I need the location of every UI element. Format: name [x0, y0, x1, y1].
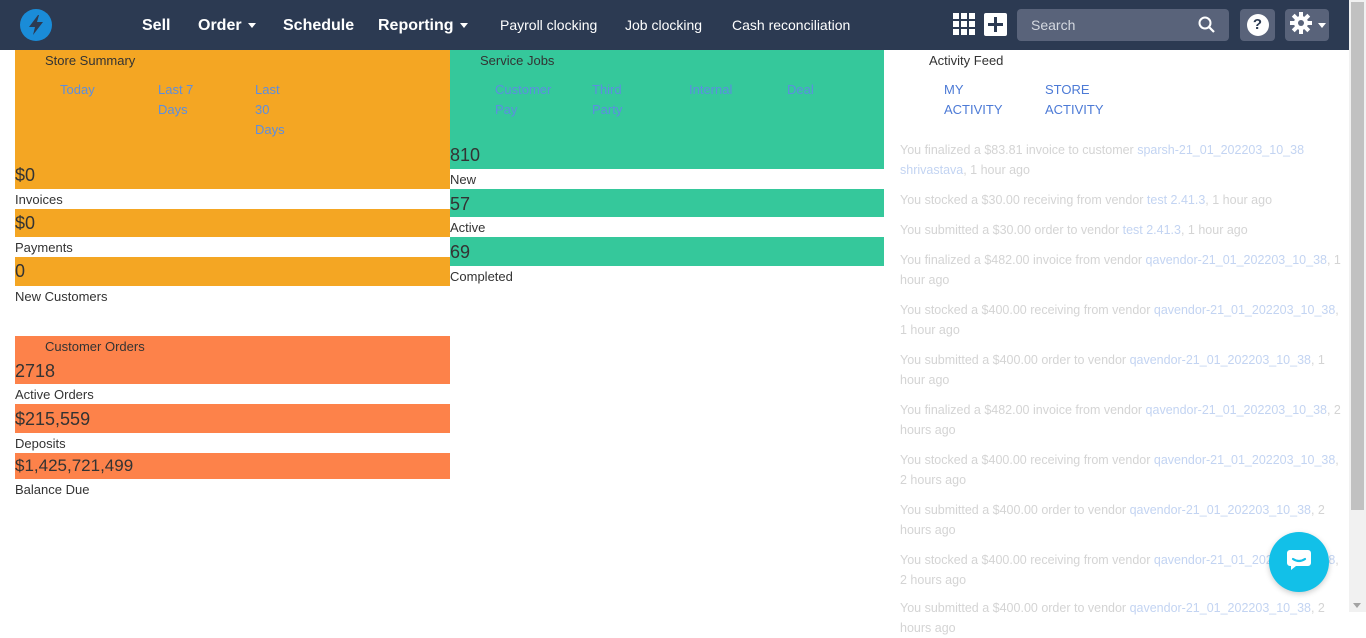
nav-schedule[interactable]: Schedule: [283, 0, 354, 50]
payments-value: $0: [15, 213, 36, 233]
list-item: You stocked a $400.00 receiving from ven…: [900, 453, 1339, 487]
scroll-down-arrow-icon[interactable]: [1353, 603, 1361, 608]
nav-sell[interactable]: Sell: [142, 0, 170, 50]
invoices-value: $0: [15, 165, 36, 185]
scrollbar-thumb[interactable]: [1351, 2, 1364, 510]
deposits-value: $215,559: [15, 409, 91, 429]
tab-today[interactable]: Today: [60, 80, 120, 100]
grid-apps-icon[interactable]: [953, 13, 975, 35]
new-jobs-value: 810: [450, 145, 481, 165]
tab-my-activity[interactable]: MY ACTIVITY: [944, 80, 1014, 120]
help-icon: ?: [1246, 14, 1269, 36]
tab-last-7-days[interactable]: Last 7 Days: [158, 80, 208, 120]
feed-link[interactable]: qavendor-21_01_202203_10_38: [1130, 353, 1311, 367]
feed-link[interactable]: qavendor-21_01_202203_10_38: [1154, 453, 1335, 467]
store-summary-title: Store Summary: [45, 53, 136, 68]
nav-cash-reconciliation[interactable]: Cash reconciliation: [732, 0, 850, 50]
feed-link[interactable]: qavendor-21_01_202203_10_38: [1130, 503, 1311, 517]
feed-link[interactable]: qavendor-21_01_202203_10_38: [1146, 403, 1327, 417]
search-icon[interactable]: [1198, 16, 1215, 38]
tab-store-activity[interactable]: STORE ACTIVITY: [1045, 80, 1115, 120]
service-jobs-title: Service Jobs: [480, 53, 555, 68]
payments-bar: [15, 209, 450, 237]
nav-payroll-clocking[interactable]: Payroll clocking: [500, 0, 597, 50]
completed-jobs-value: 69: [450, 242, 471, 262]
balance-due-label: Balance Due: [15, 482, 90, 497]
payments-label: Payments: [15, 240, 73, 255]
page-scrollbar[interactable]: [1349, 0, 1366, 612]
activity-feed-title: Activity Feed: [929, 53, 1004, 68]
settings-button[interactable]: [1285, 9, 1329, 41]
store-summary-header: [15, 50, 450, 189]
chat-icon: [1286, 549, 1312, 576]
top-navbar: Sell Order Schedule Reporting Payroll cl…: [0, 0, 1349, 50]
new-jobs-label: New: [450, 172, 477, 187]
feed-link[interactable]: test 2.41.3: [1123, 223, 1181, 237]
new-customers-label: New Customers: [15, 289, 108, 304]
chevron-down-icon: [1318, 22, 1326, 28]
new-customers-value: 0: [15, 261, 26, 281]
list-item: You finalized a $482.00 invoice from ven…: [900, 403, 1341, 437]
active-orders-value: 2718: [15, 361, 56, 381]
tab-customer-pay[interactable]: Customer Pay: [495, 80, 560, 120]
list-item: You submitted a $400.00 order to vendor …: [900, 601, 1325, 635]
list-item: You submitted a $30.00 order to vendor t…: [900, 223, 1248, 237]
search-box: [1017, 9, 1229, 41]
tab-deal[interactable]: Deal: [787, 80, 827, 100]
chat-button[interactable]: [1269, 532, 1329, 592]
tab-internal[interactable]: Internal: [689, 80, 749, 100]
invoices-label: Invoices: [15, 192, 63, 207]
feed-link[interactable]: qavendor-21_01_202203_10_38: [1154, 303, 1335, 317]
gear-icon: [1290, 11, 1312, 39]
tab-last-30-days[interactable]: Last 30 Days: [255, 80, 295, 140]
list-item: You finalized a $482.00 invoice from ven…: [900, 253, 1341, 287]
nav-order[interactable]: Order: [198, 0, 256, 50]
chevron-down-icon: [247, 23, 256, 29]
tab-third-party[interactable]: Third Party: [592, 80, 637, 120]
list-item: You stocked a $400.00 receiving from ven…: [900, 303, 1339, 337]
search-input[interactable]: [1017, 9, 1197, 41]
feed-link[interactable]: test 2.41.3: [1147, 193, 1205, 207]
feed-link[interactable]: qavendor-21_01_202203_10_38: [1146, 253, 1327, 267]
balance-due-value: $1,425,721,499: [15, 456, 134, 475]
active-jobs-value: 57: [450, 194, 471, 214]
active-orders-label: Active Orders: [15, 387, 94, 402]
deposits-label: Deposits: [15, 436, 66, 451]
nav-reporting[interactable]: Reporting: [378, 0, 468, 50]
active-jobs-bar: [450, 189, 884, 217]
completed-jobs-label: Completed: [450, 269, 513, 284]
feed-link[interactable]: qavendor-21_01_202203_10_38: [1130, 601, 1311, 615]
bolt-logo-icon[interactable]: [20, 9, 52, 41]
customer-orders-title: Customer Orders: [45, 339, 145, 354]
list-item: You finalized a $83.81 invoice to custom…: [900, 143, 1305, 177]
active-jobs-label: Active: [450, 220, 486, 235]
list-item: You stocked a $30.00 receiving from vend…: [900, 193, 1273, 207]
nav-job-clocking[interactable]: Job clocking: [625, 0, 702, 50]
chevron-down-icon: [459, 23, 468, 29]
new-customers-bar: [15, 257, 450, 286]
plus-icon[interactable]: [984, 13, 1007, 36]
list-item: You submitted a $400.00 order to vendor …: [900, 353, 1325, 387]
completed-jobs-bar: [450, 237, 884, 266]
list-item: You submitted a $400.00 order to vendor …: [900, 503, 1325, 537]
help-button[interactable]: ?: [1240, 9, 1275, 41]
